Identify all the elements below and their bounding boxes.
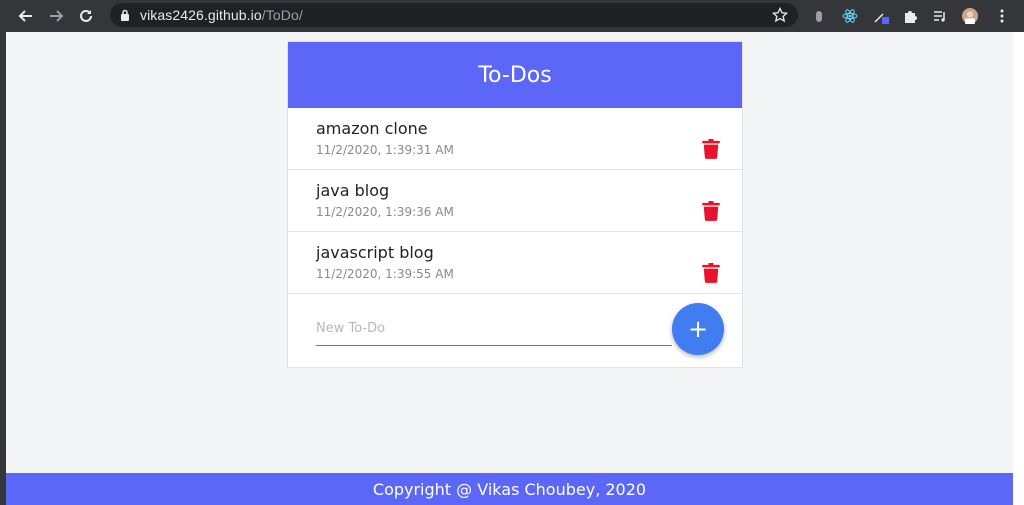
footer-copyright: Copyright @ Vikas Choubey, 2020 <box>372 479 647 499</box>
new-todo-row: + <box>288 294 742 366</box>
todo-timestamp: 11/2/2020, 1:39:36 AM <box>316 205 454 219</box>
todo-title: javascript blog <box>316 243 434 262</box>
url-text: vikas2426.github.io/ToDo/ <box>140 7 303 23</box>
puzzle-button[interactable] <box>898 4 922 28</box>
media-control-button[interactable] <box>928 4 952 28</box>
react-devtools-button[interactable] <box>838 4 862 28</box>
footer: Copyright @ Vikas Choubey, 2020 <box>6 473 1013 505</box>
todo-title: java blog <box>316 181 390 200</box>
address-bar[interactable]: vikas2426.github.io/ToDo/ <box>110 3 798 27</box>
card-header: To-Dos <box>288 42 742 108</box>
forward-button[interactable] <box>42 2 70 30</box>
todo-title: amazon clone <box>316 119 428 138</box>
color-picker-button[interactable] <box>869 4 893 28</box>
reload-icon <box>80 9 92 22</box>
trash-icon[interactable] <box>702 139 720 159</box>
star-icon[interactable] <box>772 7 788 23</box>
back-button[interactable] <box>12 2 40 30</box>
forward-arrow-icon <box>50 10 64 22</box>
kebab-menu-icon <box>1000 9 1004 23</box>
todo-item: amazon clone 11/2/2020, 1:39:31 AM <box>288 108 742 170</box>
puzzle-icon <box>905 11 917 23</box>
url-path: /ToDo/ <box>261 7 303 23</box>
extension-button[interactable] <box>807 4 831 28</box>
todo-timestamp: 11/2/2020, 1:39:31 AM <box>316 143 454 157</box>
react-devtools-icon <box>842 9 858 23</box>
reload-button[interactable] <box>72 2 100 30</box>
todo-card: To-Dos amazon clone 11/2/2020, 1:39:31 A… <box>287 41 743 368</box>
profile-avatar-button[interactable] <box>958 4 982 28</box>
page-title: To-Dos <box>478 62 552 88</box>
color-picker-icon <box>874 13 889 24</box>
todo-item: javascript blog 11/2/2020, 1:39:55 AM <box>288 232 742 294</box>
media-control-icon <box>934 11 945 22</box>
profile-avatar-icon <box>962 8 978 24</box>
new-todo-input[interactable] <box>316 312 672 346</box>
back-arrow-icon <box>18 10 32 22</box>
trash-icon[interactable] <box>702 201 720 221</box>
url-host: vikas2426.github.io <box>140 7 262 23</box>
trash-icon[interactable] <box>702 263 720 283</box>
window-right-border <box>1013 32 1024 505</box>
todo-item: java blog 11/2/2020, 1:39:36 AM <box>288 170 742 232</box>
add-todo-button[interactable]: + <box>672 303 724 355</box>
page-viewport: To-Dos amazon clone 11/2/2020, 1:39:31 A… <box>6 32 1013 505</box>
extension-icon <box>816 11 822 22</box>
todo-timestamp: 11/2/2020, 1:39:55 AM <box>316 267 454 281</box>
browser-menu-button[interactable] <box>990 4 1014 28</box>
lock-icon <box>121 9 129 21</box>
